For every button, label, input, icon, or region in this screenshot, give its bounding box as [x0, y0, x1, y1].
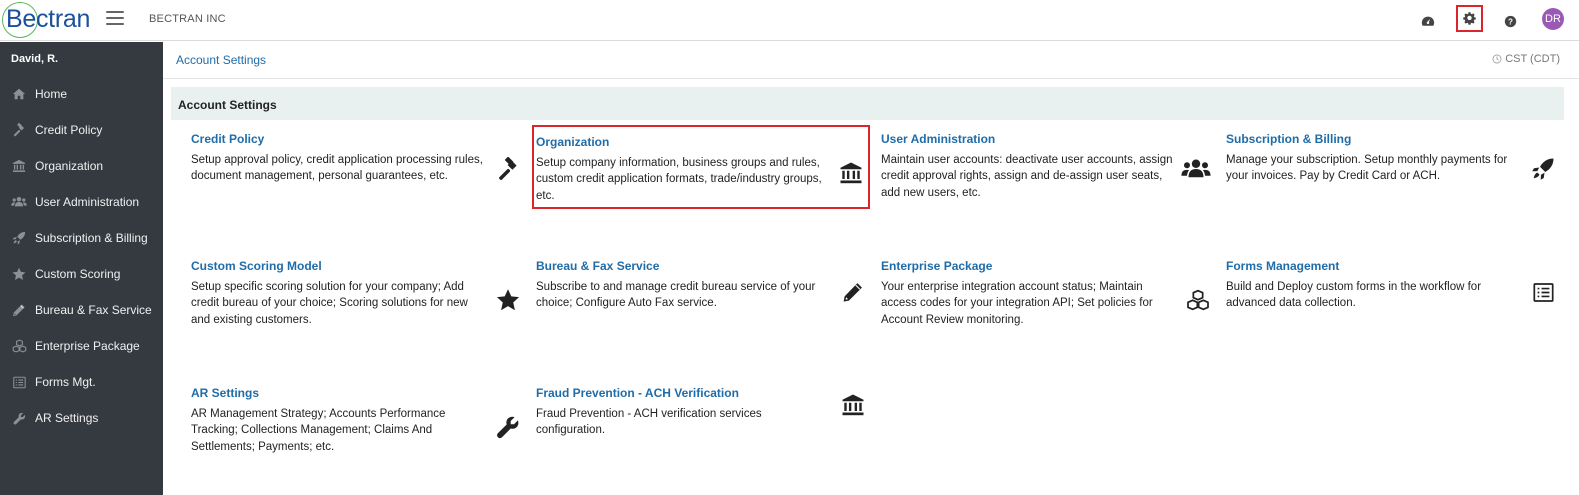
sidebar-item-label: Subscription & Billing	[35, 231, 148, 245]
sidebar-item-label: User Administration	[35, 195, 140, 209]
gavel-icon	[11, 122, 27, 138]
sidebar-item-label: Organization	[35, 159, 104, 173]
sidebar-item-subscription-billing[interactable]: Subscription & Billing	[0, 223, 163, 253]
card-credit-policy[interactable]: Credit Policy Setup approval policy, cre…	[189, 126, 527, 210]
sidebar-user-name: David, R.	[11, 53, 59, 65]
card-description: Maintain user accounts: deactivate user …	[881, 154, 1173, 199]
card-description: Setup specific scoring solution for your…	[191, 281, 468, 326]
card-title[interactable]: Subscription & Billing	[1226, 132, 1351, 146]
bank-icon	[838, 160, 864, 186]
card-user-administration[interactable]: User Administration Maintain user accoun…	[879, 126, 1217, 210]
sidebar-item-label: Forms Mgt.	[35, 375, 96, 389]
clock-icon	[1492, 54, 1502, 64]
card-description: Setup company information, business grou…	[536, 157, 822, 202]
star-icon	[495, 287, 521, 313]
users-icon	[1181, 156, 1211, 182]
sidebar-item-label: Enterprise Package	[35, 339, 140, 353]
card-title[interactable]: Organization	[536, 135, 609, 149]
logo-text: Bectran	[6, 5, 91, 33]
panel-title: Account Settings	[178, 98, 277, 112]
card-description: Your enterprise integration account stat…	[881, 281, 1153, 326]
top-bar: Bectran BECTRAN INC DR	[0, 0, 1579, 41]
home-icon	[11, 86, 27, 102]
card-title[interactable]: AR Settings	[191, 386, 259, 400]
sidebar-item-bureau-fax-service[interactable]: Bureau & Fax Service	[0, 295, 163, 325]
bank-icon	[11, 158, 27, 174]
card-title[interactable]: Fraud Prevention - ACH Verification	[536, 386, 739, 400]
sidebar-item-forms-mgt[interactable]: Forms Mgt.	[0, 367, 163, 397]
gavel-icon	[495, 156, 521, 182]
bank-icon	[840, 392, 866, 418]
wrench-icon	[495, 414, 521, 440]
timezone-label: CST (CDT)	[1505, 53, 1560, 65]
card-organization[interactable]: Organization Setup company information, …	[532, 125, 870, 209]
sidebar-item-label: Home	[35, 87, 68, 101]
card-fraud-prevention[interactable]: Fraud Prevention - ACH Verification Frau…	[534, 380, 872, 464]
pencil-icon	[840, 279, 866, 305]
list-icon	[11, 374, 27, 390]
breadcrumb-bar: Account Settings CST (CDT)	[163, 42, 1579, 79]
company-name: BECTRAN INC	[149, 13, 226, 25]
bectran-logo[interactable]: Bectran	[2, 2, 94, 38]
card-title[interactable]: Credit Policy	[191, 132, 264, 146]
card-enterprise-package[interactable]: Enterprise Package Your enterprise integ…	[879, 253, 1217, 337]
sidebar: David, R. Home Credit Policy Organizatio…	[0, 42, 163, 495]
dashboard-icon[interactable]	[1416, 9, 1440, 33]
card-description: Fraud Prevention - ACH verification serv…	[536, 408, 762, 437]
card-description: AR Management Strategy; Accounts Perform…	[191, 408, 446, 453]
card-subscription-billing[interactable]: Subscription & Billing Manage your subsc…	[1224, 126, 1562, 210]
card-ar-settings[interactable]: AR Settings AR Management Strategy; Acco…	[189, 380, 527, 464]
card-description: Build and Deploy custom forms in the wor…	[1226, 281, 1482, 310]
breadcrumb[interactable]: Account Settings	[176, 53, 266, 67]
avatar[interactable]: DR	[1542, 8, 1564, 30]
sidebar-item-label: AR Settings	[35, 411, 99, 425]
timezone-indicator: CST (CDT)	[1492, 53, 1560, 65]
card-description: Setup approval policy, credit applicatio…	[191, 154, 483, 183]
sidebar-item-home[interactable]: Home	[0, 79, 163, 109]
sidebar-item-organization[interactable]: Organization	[0, 151, 163, 181]
pencil-icon	[11, 302, 27, 318]
sidebar-item-label: Credit Policy	[35, 123, 103, 137]
settings-gear-icon[interactable]	[1456, 5, 1483, 32]
card-title[interactable]: User Administration	[881, 132, 995, 146]
wrench-icon	[11, 410, 27, 426]
star-icon	[11, 266, 27, 282]
cubes-icon	[11, 338, 27, 354]
rocket-icon	[1530, 156, 1556, 182]
sidebar-item-label: Custom Scoring	[35, 267, 121, 281]
cubes-icon	[1185, 287, 1211, 313]
card-custom-scoring-model[interactable]: Custom Scoring Model Setup specific scor…	[189, 253, 527, 337]
list-icon	[1530, 279, 1556, 305]
hamburger-menu-icon[interactable]	[106, 11, 124, 27]
sidebar-item-user-administration[interactable]: User Administration	[0, 187, 163, 217]
panel-header: Account Settings	[171, 87, 1564, 120]
sidebar-item-credit-policy[interactable]: Credit Policy	[0, 115, 163, 145]
card-description: Subscribe to and manage credit bureau se…	[536, 281, 816, 310]
card-forms-management[interactable]: Forms Management Build and Deploy custom…	[1224, 253, 1562, 337]
main-content: Account Settings CST (CDT) Account Setti…	[163, 42, 1579, 495]
card-title[interactable]: Custom Scoring Model	[191, 259, 322, 273]
sidebar-item-enterprise-package[interactable]: Enterprise Package	[0, 331, 163, 361]
card-description: Manage your subscription. Setup monthly …	[1226, 154, 1508, 183]
rocket-icon	[11, 230, 27, 246]
card-bureau-fax-service[interactable]: Bureau & Fax Service Subscribe to and ma…	[534, 253, 872, 337]
card-title[interactable]: Forms Management	[1226, 259, 1339, 273]
sidebar-item-custom-scoring[interactable]: Custom Scoring	[0, 259, 163, 289]
help-icon[interactable]	[1498, 9, 1522, 33]
card-title[interactable]: Enterprise Package	[881, 259, 992, 273]
sidebar-item-label: Bureau & Fax Service	[35, 303, 152, 317]
card-title[interactable]: Bureau & Fax Service	[536, 259, 659, 273]
sidebar-item-ar-settings[interactable]: AR Settings	[0, 403, 163, 433]
account-settings-panel: Account Settings Credit Policy Setup app…	[171, 87, 1564, 495]
users-icon	[11, 194, 27, 210]
